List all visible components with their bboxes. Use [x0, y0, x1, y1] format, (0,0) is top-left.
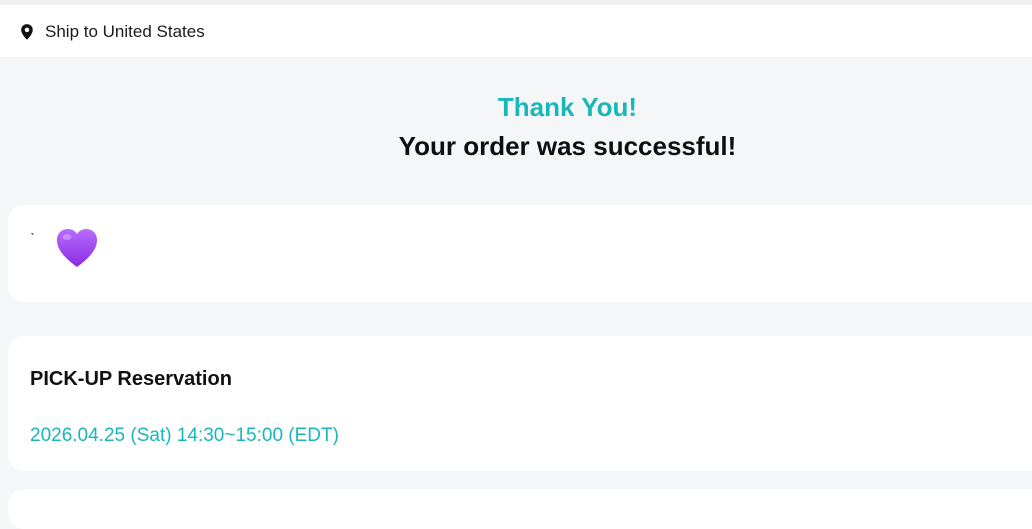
order-note-card: ˋ	[8, 205, 1032, 302]
pickup-reservation-card: PICK-UP Reservation 2026.04.25 (Sat) 14:…	[8, 336, 1032, 471]
purple-heart-icon	[57, 229, 97, 267]
pickup-time: 2026.04.25 (Sat) 14:30~15:00 (EDT)	[30, 425, 339, 446]
ship-to-selector[interactable]: Ship to United States	[18, 22, 205, 42]
note-text: ˋ	[30, 231, 35, 248]
thank-you-heading: Thank You!	[497, 92, 638, 122]
pickup-title: PICK-UP Reservation	[30, 368, 232, 390]
next-card	[8, 489, 1032, 529]
ship-to-label: Ship to United States	[45, 22, 205, 41]
top-bar: Ship to United States	[0, 0, 1032, 57]
map-pin-icon	[21, 24, 33, 40]
order-success-message: Your order was successful!	[398, 131, 737, 161]
